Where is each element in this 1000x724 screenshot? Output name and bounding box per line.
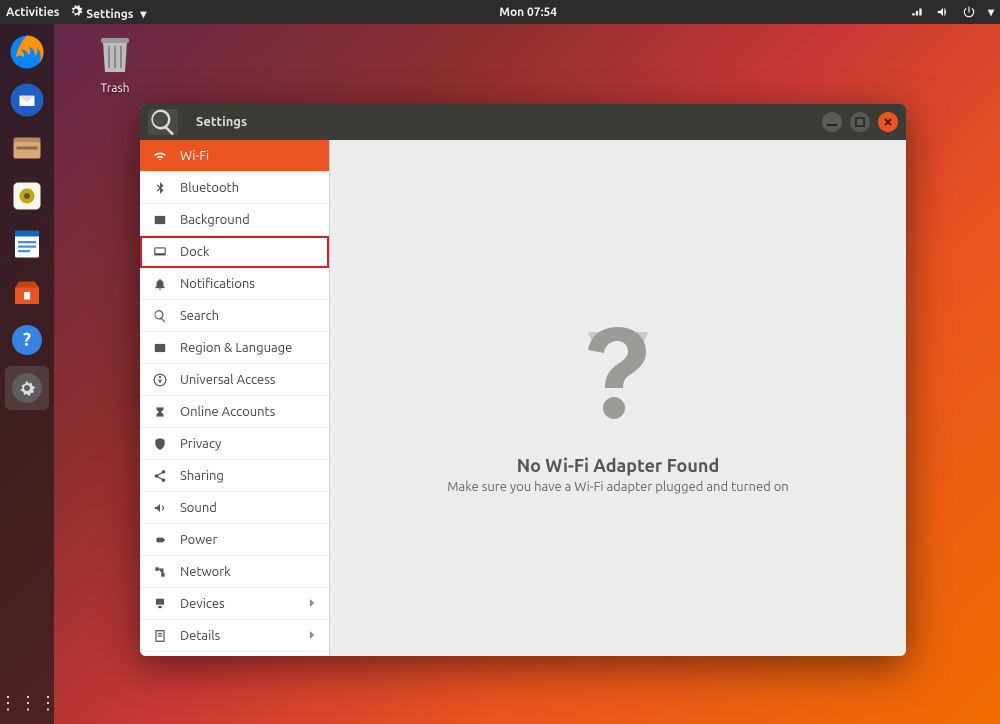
bluetooth-icon <box>152 180 168 196</box>
show-apps-button[interactable]: ⋮⋮⋮ <box>0 693 59 714</box>
sidebar-item-label: Notifications <box>180 277 255 291</box>
window-close-button[interactable] <box>878 112 898 132</box>
sidebar-item-label: Devices <box>180 597 225 611</box>
volume-icon <box>936 5 950 19</box>
sidebar-item-notifications[interactable]: Notifications <box>140 268 329 300</box>
sidebar-item-label: Details <box>180 629 220 643</box>
dock-icon <box>152 244 168 260</box>
sidebar-item-devices[interactable]: Devices <box>140 588 329 620</box>
share-icon <box>152 468 168 484</box>
power-icon <box>152 532 168 548</box>
help-icon: ? <box>9 322 45 358</box>
sidebar-item-sharing[interactable]: Sharing <box>140 460 329 492</box>
sidebar-item-search[interactable]: Search <box>140 300 329 332</box>
sidebar-item-region[interactable]: Region & Language <box>140 332 329 364</box>
system-menu[interactable]: ▾ <box>910 5 994 19</box>
network-icon <box>152 564 168 580</box>
dock-app-files[interactable] <box>5 126 49 170</box>
clock[interactable]: Mon 07:54 <box>146 6 910 19</box>
sidebar-item-label: Background <box>180 213 250 227</box>
content-subtext: Make sure you have a Wi-Fi adapter plugg… <box>447 480 788 494</box>
sidebar-item-label: Online Accounts <box>180 405 275 419</box>
software-icon <box>9 274 45 310</box>
dock-app-software[interactable] <box>5 270 49 314</box>
settings-content-pane: No Wi-Fi Adapter Found Make sure you hav… <box>330 140 906 656</box>
sidebar-item-online-accounts[interactable]: Online Accounts <box>140 396 329 428</box>
sidebar-item-label: Wi-Fi <box>180 149 209 163</box>
window-titlebar[interactable]: Settings <box>140 104 906 140</box>
window-maximize-button[interactable] <box>850 112 870 132</box>
settings-sidebar: Wi-Fi Bluetooth Background Dock Notifica… <box>140 140 330 656</box>
sidebar-item-label: Sound <box>180 501 217 515</box>
sidebar-item-network[interactable]: Network <box>140 556 329 588</box>
sidebar-item-sound[interactable]: Sound <box>140 492 329 524</box>
privacy-icon <box>152 436 168 452</box>
region-icon <box>152 340 168 356</box>
files-icon <box>9 130 45 166</box>
sidebar-item-label: Universal Access <box>180 373 275 387</box>
background-icon <box>152 212 168 228</box>
app-menu-button[interactable]: Settings ▾ <box>69 4 146 21</box>
trash-label: Trash <box>100 82 129 95</box>
sidebar-item-label: Dock <box>180 245 209 259</box>
search-icon <box>148 107 178 137</box>
dock-app-help[interactable]: ? <box>5 318 49 362</box>
wifi-icon <box>152 148 168 164</box>
dock-app-thunderbird[interactable] <box>5 78 49 122</box>
sidebar-item-power[interactable]: Power <box>140 524 329 556</box>
rhythmbox-icon <box>9 178 45 214</box>
sidebar-item-wifi[interactable]: Wi-Fi <box>140 140 329 172</box>
dock-app-rhythmbox[interactable] <box>5 174 49 218</box>
thunderbird-icon <box>9 82 45 118</box>
activities-button[interactable]: Activities <box>6 6 59 19</box>
question-mark-icon <box>553 302 683 436</box>
search-icon <box>152 308 168 324</box>
devices-icon <box>152 596 168 612</box>
sidebar-item-label: Network <box>180 565 231 579</box>
maximize-icon <box>855 117 865 127</box>
svg-text:?: ? <box>23 330 31 350</box>
dock-app-writer[interactable] <box>5 222 49 266</box>
online-accounts-icon <box>152 404 168 420</box>
content-heading: No Wi-Fi Adapter Found <box>517 456 719 476</box>
sidebar-item-universal-access[interactable]: Universal Access <box>140 364 329 396</box>
minimize-icon <box>827 117 837 127</box>
details-icon <box>152 628 168 644</box>
power-icon <box>962 5 976 19</box>
dock: ? ⋮⋮⋮ <box>0 24 54 724</box>
bell-icon <box>152 276 168 292</box>
desktop: ? ⋮⋮⋮ Trash Settings Wi <box>0 24 1000 724</box>
sidebar-item-bluetooth[interactable]: Bluetooth <box>140 172 329 204</box>
trash-icon <box>91 30 139 78</box>
sidebar-item-details[interactable]: Details <box>140 620 329 652</box>
firefox-icon <box>9 34 45 70</box>
sidebar-item-label: Region & Language <box>180 341 292 355</box>
dock-app-settings[interactable] <box>5 366 49 410</box>
sidebar-item-background[interactable]: Background <box>140 204 329 236</box>
gnome-top-bar: Activities Settings ▾ Mon 07:54 ▾ <box>0 0 1000 24</box>
sidebar-item-label: Power <box>180 533 217 547</box>
gear-icon <box>69 4 83 18</box>
chevron-down-icon: ▾ <box>988 5 994 19</box>
chevron-right-icon <box>307 597 317 611</box>
desktop-trash[interactable]: Trash <box>80 30 150 95</box>
sound-icon <box>152 500 168 516</box>
window-title: Settings <box>196 115 247 129</box>
dock-app-firefox[interactable] <box>5 30 49 74</box>
settings-gear-icon <box>9 370 45 406</box>
settings-window: Settings Wi-Fi Bluetooth Background <box>140 104 906 656</box>
sidebar-item-label: Bluetooth <box>180 181 239 195</box>
window-minimize-button[interactable] <box>822 112 842 132</box>
titlebar-search-button[interactable] <box>148 109 178 135</box>
sidebar-item-label: Sharing <box>180 469 224 483</box>
network-icon <box>910 5 924 19</box>
chevron-right-icon <box>307 629 317 643</box>
accessibility-icon <box>152 372 168 388</box>
sidebar-item-dock[interactable]: Dock <box>140 236 329 268</box>
sidebar-item-label: Privacy <box>180 437 221 451</box>
writer-icon <box>9 226 45 262</box>
close-icon <box>883 117 893 127</box>
sidebar-item-label: Search <box>180 309 219 323</box>
sidebar-item-privacy[interactable]: Privacy <box>140 428 329 460</box>
